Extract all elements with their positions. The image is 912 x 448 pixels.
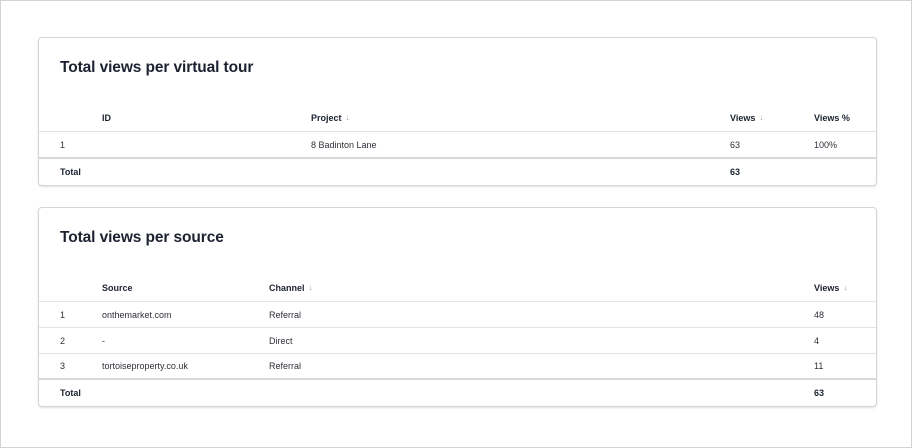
total-views: 63 [814,387,825,398]
header-views[interactable]: Views ↓ [814,275,847,300]
table-row[interactable]: 1 onthemarket.com Referral 48 [39,302,876,327]
page-frame: Total views per virtual tour ID Project ↓… [0,0,912,448]
table-row[interactable]: 3 tortoiseproperty.co.uk Referral 11 [39,353,876,378]
row-views: 63 [730,139,741,150]
row-project: 8 Badinton Lane [311,139,377,150]
row-views-percent: 100% [814,139,838,150]
row-channel: Referral [269,309,302,320]
header-views[interactable]: Views ↓ [730,105,763,130]
sources-table-header: Source Channel ↓ Views ↓ [39,275,876,300]
header-channel[interactable]: Channel ↓ [269,275,313,300]
row-index: 1 [60,139,66,150]
header-id[interactable]: ID [102,105,111,130]
total-label: Total [60,387,81,398]
total-views: 63 [730,166,741,177]
header-source[interactable]: Source [102,275,133,300]
table-row[interactable]: 1 8 Badinton Lane 63 100% [39,132,876,157]
tours-table-header: ID Project ↓ Views ↓ Views % [39,105,876,130]
row-source: - [102,335,105,346]
sources-views-card: Total views per source Source Channel ↓ V… [38,207,877,407]
row-views: 11 [814,360,824,371]
sources-card-title: Total views per source [60,229,224,246]
row-channel: Direct [269,335,293,346]
header-project[interactable]: Project ↓ [311,105,350,130]
row-index: 3 [60,360,66,371]
total-label: Total [60,166,81,177]
tours-total-row: Total 63 [39,159,876,184]
row-views: 4 [814,335,820,346]
row-channel: Referral [269,360,302,371]
table-row[interactable]: 2 - Direct 4 [39,328,876,353]
row-index: 1 [60,309,66,320]
sort-down-icon: ↓ [345,113,350,122]
tours-card-title: Total views per virtual tour [60,59,254,76]
tours-views-card: Total views per virtual tour ID Project ↓… [38,37,877,186]
sort-down-icon: ↓ [308,283,313,292]
sort-down-icon: ↓ [759,113,764,122]
row-source: tortoiseproperty.co.uk [102,360,188,371]
row-index: 2 [60,335,66,346]
row-source: onthemarket.com [102,309,172,320]
sort-down-icon: ↓ [843,283,848,292]
sources-total-row: Total 63 [39,380,876,405]
header-views-percent[interactable]: Views % [814,105,850,130]
row-views: 48 [814,309,825,320]
